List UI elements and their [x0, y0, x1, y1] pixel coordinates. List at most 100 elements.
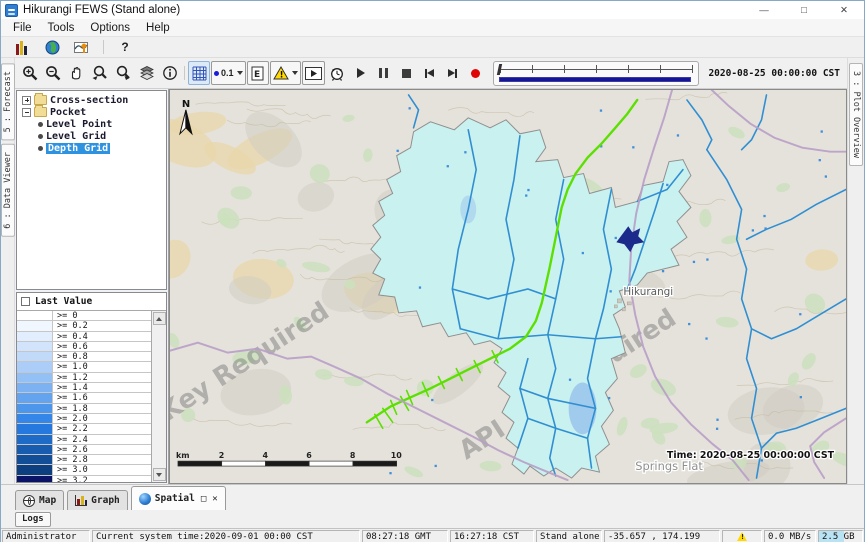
last-value-checkbox[interactable]: [21, 297, 30, 306]
skip-to-start-button[interactable]: [419, 61, 441, 85]
memory-text: 2.5 GB: [822, 532, 855, 542]
zoom-previous-button[interactable]: [88, 61, 111, 85]
logs-row: Logs: [1, 510, 864, 528]
pause-button[interactable]: [373, 61, 395, 85]
status-warning[interactable]: [722, 530, 762, 542]
movie-export-button[interactable]: [302, 61, 325, 85]
menu-item[interactable]: File: [5, 21, 40, 35]
legend-swatch: [17, 393, 53, 402]
contour-threshold-dropdown[interactable]: 0.1: [211, 61, 246, 85]
legend-swatch: [17, 435, 53, 444]
tab-spatial[interactable]: Spatial □ ✕: [131, 486, 226, 510]
time-slider-thumb[interactable]: [496, 64, 501, 75]
skip-to-end-button[interactable]: [442, 61, 464, 85]
grid-toggle-button[interactable]: [188, 61, 210, 85]
legend-swatch: [17, 455, 53, 464]
tab-data-viewer[interactable]: 6 : Data Viewer: [1, 144, 15, 237]
main-row: 5 : Forecast 6 : Data Viewer 0.1: [1, 58, 864, 484]
legend-swatch: [17, 424, 53, 433]
close-button[interactable]: ✕: [824, 1, 864, 19]
legend-label: >= 1.0: [53, 362, 151, 371]
map-display-button[interactable]: [41, 35, 63, 59]
bottom-tab-bar: Map Graph Spatial □ ✕: [1, 484, 864, 510]
stop-icon: [402, 69, 411, 78]
legend-panel: Last Value >= 0: [16, 292, 167, 483]
current-datetime: 2020-08-25 00:00:00 CST: [705, 68, 843, 79]
map-viewport[interactable]: API Key Required API Key Required: [169, 89, 847, 484]
warning-icon: !: [273, 66, 289, 80]
tree-node-depth-grid[interactable]: Depth Grid: [17, 142, 166, 154]
timeseries-display-button[interactable]: [71, 35, 93, 59]
info-button[interactable]: [159, 61, 181, 85]
zoom-next-button[interactable]: [112, 61, 135, 85]
legend-scrollbar[interactable]: [151, 311, 166, 482]
tree-node-label: Pocket: [50, 107, 86, 118]
tab-plot-overview[interactable]: 3 : Plot Overview: [849, 63, 863, 166]
tab-forecast[interactable]: 5 : Forecast: [1, 63, 15, 140]
tab-close-icon[interactable]: ✕: [212, 494, 217, 504]
tab-spatial-label: Spatial: [155, 493, 195, 504]
scale-tick-label: 2: [219, 451, 225, 460]
pan-button[interactable]: [65, 61, 87, 85]
menu-item[interactable]: Tools: [40, 21, 83, 35]
expand-icon[interactable]: [22, 96, 31, 105]
chevron-down-icon: [237, 71, 243, 75]
legend-swatch: [17, 311, 53, 320]
menu-item[interactable]: Help: [138, 21, 178, 35]
tree-node-level-grid[interactable]: Level Grid: [17, 130, 166, 142]
tree-node-pocket[interactable]: Pocket: [17, 106, 166, 118]
record-button[interactable]: [465, 61, 487, 85]
warning-layers-dropdown[interactable]: !: [270, 61, 301, 85]
tab-graph[interactable]: Graph: [67, 490, 128, 510]
legend-label: >= 2.6: [53, 445, 151, 454]
legend-label: >= 1.4: [53, 383, 151, 392]
skip-start-icon: [425, 69, 435, 78]
play-button[interactable]: [350, 61, 372, 85]
status-system-time: Current system time:2020-09-01 00:00 CST: [92, 530, 360, 542]
collapse-icon[interactable]: [22, 108, 31, 117]
tree-node-level-point[interactable]: Level Point: [17, 118, 166, 130]
help-icon: ?: [121, 40, 128, 54]
tab-map[interactable]: Map: [15, 490, 64, 510]
toolbar-separator: [103, 40, 104, 54]
layers-button[interactable]: [136, 61, 158, 85]
legend-entries: >= 0 >= 0.2: [17, 311, 151, 482]
classbreak-dot-icon: [214, 71, 219, 76]
legend-row: >= 2.8: [17, 455, 151, 465]
scroll-down-button[interactable]: [153, 468, 166, 481]
zoom-out-button[interactable]: [42, 61, 64, 85]
content-area: Cross-section Pocket Level Point: [15, 89, 847, 484]
tab-map-label: Map: [39, 495, 56, 506]
scale-tick-label: 10: [391, 451, 403, 460]
time-slider[interactable]: [493, 61, 700, 86]
menu-item[interactable]: Options: [82, 21, 138, 35]
record-icon: [471, 69, 480, 78]
stop-button[interactable]: [396, 61, 418, 85]
tab-maximize-icon[interactable]: □: [201, 494, 206, 504]
legend-row: >= 3.2: [17, 476, 151, 482]
legend-label: >= 0.2: [53, 321, 151, 330]
legend-label: >= 0.4: [53, 332, 151, 341]
logs-button[interactable]: Logs: [15, 512, 51, 527]
status-mode: Stand alone: [536, 530, 602, 542]
scroll-up-button[interactable]: [153, 312, 166, 325]
scale-tick-label: 4: [262, 451, 268, 460]
animation-speed-button[interactable]: [326, 61, 349, 85]
minimize-button[interactable]: —: [744, 1, 784, 19]
legend-row: >= 0.4: [17, 332, 151, 342]
legend-swatch: [17, 404, 53, 413]
help-button[interactable]: ?: [114, 35, 136, 59]
north-label: N: [182, 99, 190, 110]
zoom-in-button[interactable]: [19, 61, 41, 85]
data-availability-bar: [499, 77, 692, 82]
play-icon: [357, 68, 365, 78]
maximize-button[interactable]: □: [784, 1, 824, 19]
svg-text:!: !: [279, 71, 283, 81]
spatial-left-panel: Cross-section Pocket Level Point: [15, 89, 169, 484]
zoom-out-icon: [45, 65, 61, 81]
legend-row: >= 2.2: [17, 424, 151, 434]
database-display-button[interactable]: [9, 35, 33, 59]
legend-row: >= 1.6: [17, 393, 151, 403]
legend-swatch: [17, 321, 53, 330]
labels-toggle-button[interactable]: E: [247, 61, 269, 85]
